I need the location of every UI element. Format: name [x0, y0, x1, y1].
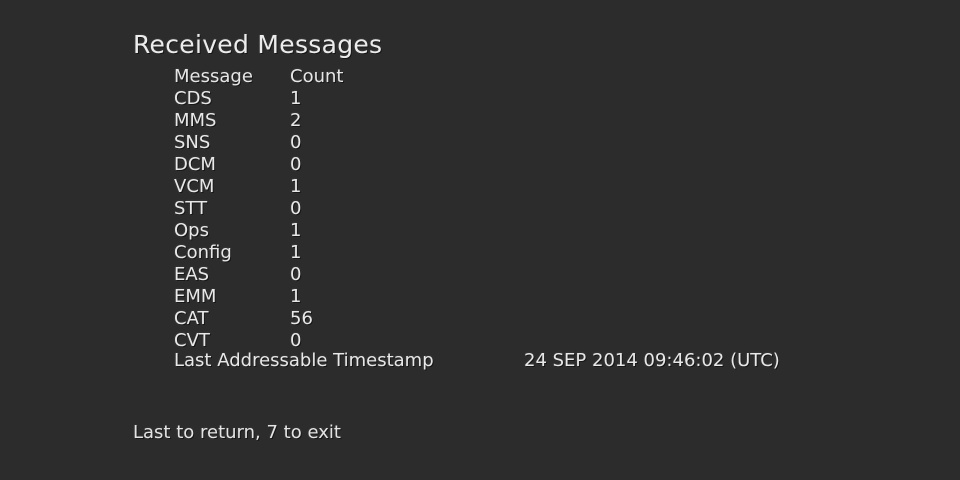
- message-name: Config: [174, 242, 232, 263]
- message-name: EAS: [174, 264, 210, 285]
- table-row: CAT 56: [174, 308, 574, 330]
- message-name: CDS: [174, 88, 212, 109]
- message-count: 0: [290, 132, 302, 153]
- timestamp-label: Last Addressable Timestamp: [174, 350, 434, 371]
- message-count: 0: [290, 330, 302, 351]
- table-row: STT 0: [174, 198, 574, 220]
- table-row: EMM 1: [174, 286, 574, 308]
- table-row: CDS 1: [174, 88, 574, 110]
- message-name: CAT: [174, 308, 209, 329]
- table-row: DCM 0: [174, 154, 574, 176]
- message-name: STT: [174, 198, 208, 219]
- received-messages-screen: Received Messages Message Count CDS 1 MM…: [0, 0, 960, 480]
- message-count: 0: [290, 154, 302, 175]
- table-row: SNS 0: [174, 132, 574, 154]
- message-name: Ops: [174, 220, 209, 241]
- last-addressable-timestamp: Last Addressable Timestamp 24 SEP 2014 0…: [174, 350, 780, 372]
- message-name: DCM: [174, 154, 216, 175]
- message-name: SNS: [174, 132, 211, 153]
- message-name: VCM: [174, 176, 215, 197]
- table-row: EAS 0: [174, 264, 574, 286]
- message-name: CVT: [174, 330, 210, 351]
- table-row: Ops 1: [174, 220, 574, 242]
- column-header-count: Count: [290, 66, 344, 87]
- column-header-message: Message: [174, 66, 253, 87]
- table-row: Config 1: [174, 242, 574, 264]
- message-count: 1: [290, 88, 302, 109]
- page-title: Received Messages: [133, 30, 383, 59]
- message-count: 0: [290, 198, 302, 219]
- message-count: 1: [290, 242, 302, 263]
- message-name: EMM: [174, 286, 217, 307]
- table-row: VCM 1: [174, 176, 574, 198]
- message-count: 1: [290, 286, 302, 307]
- message-count-table: CDS 1 MMS 2 SNS 0 DCM 0 VCM 1 STT 0 Ops …: [174, 88, 574, 352]
- message-count: 0: [290, 264, 302, 285]
- message-count: 1: [290, 176, 302, 197]
- message-count: 56: [290, 308, 313, 329]
- message-count: 2: [290, 110, 302, 131]
- table-row: CVT 0: [174, 330, 574, 352]
- timestamp-value: 24 SEP 2014 09:46:02 (UTC): [524, 350, 780, 371]
- table-row: MMS 2: [174, 110, 574, 132]
- message-name: MMS: [174, 110, 217, 131]
- navigation-hint: Last to return, 7 to exit: [133, 422, 341, 443]
- message-count: 1: [290, 220, 302, 241]
